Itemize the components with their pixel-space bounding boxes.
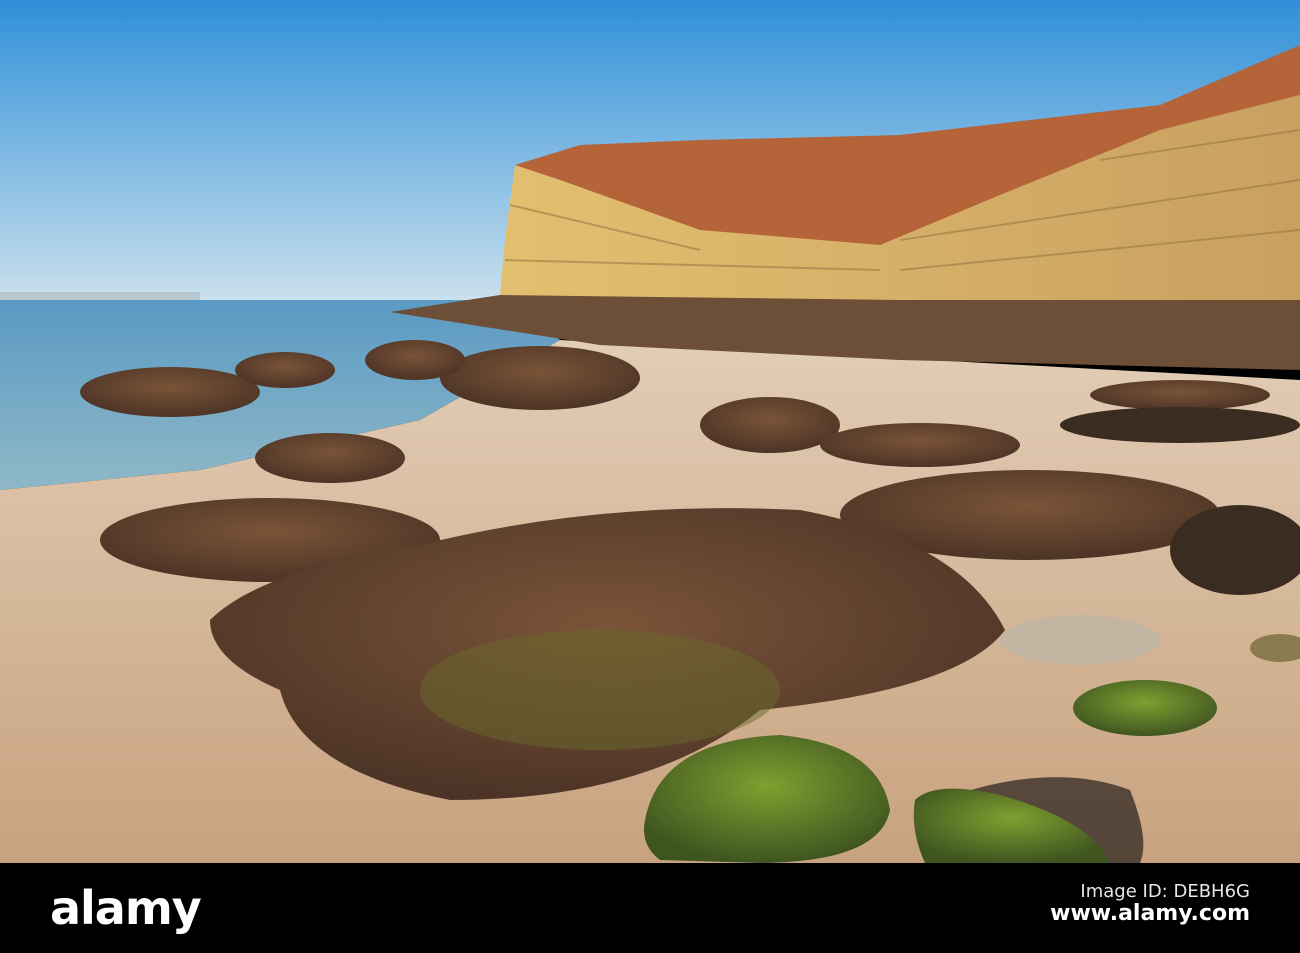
watermark-bar: alamy Image ID: DEBH6G www.alamy.com [0, 863, 1300, 953]
photo: alamy Image ID: DEBH6G www.alamy.com [0, 0, 1300, 953]
image-id: Image ID: DEBH6G [1080, 881, 1250, 902]
watermark-url: www.alamy.com [1050, 901, 1250, 926]
tide-pool [1000, 615, 1160, 665]
alamy-logo: alamy [50, 881, 202, 935]
beach-scene [0, 0, 1300, 863]
